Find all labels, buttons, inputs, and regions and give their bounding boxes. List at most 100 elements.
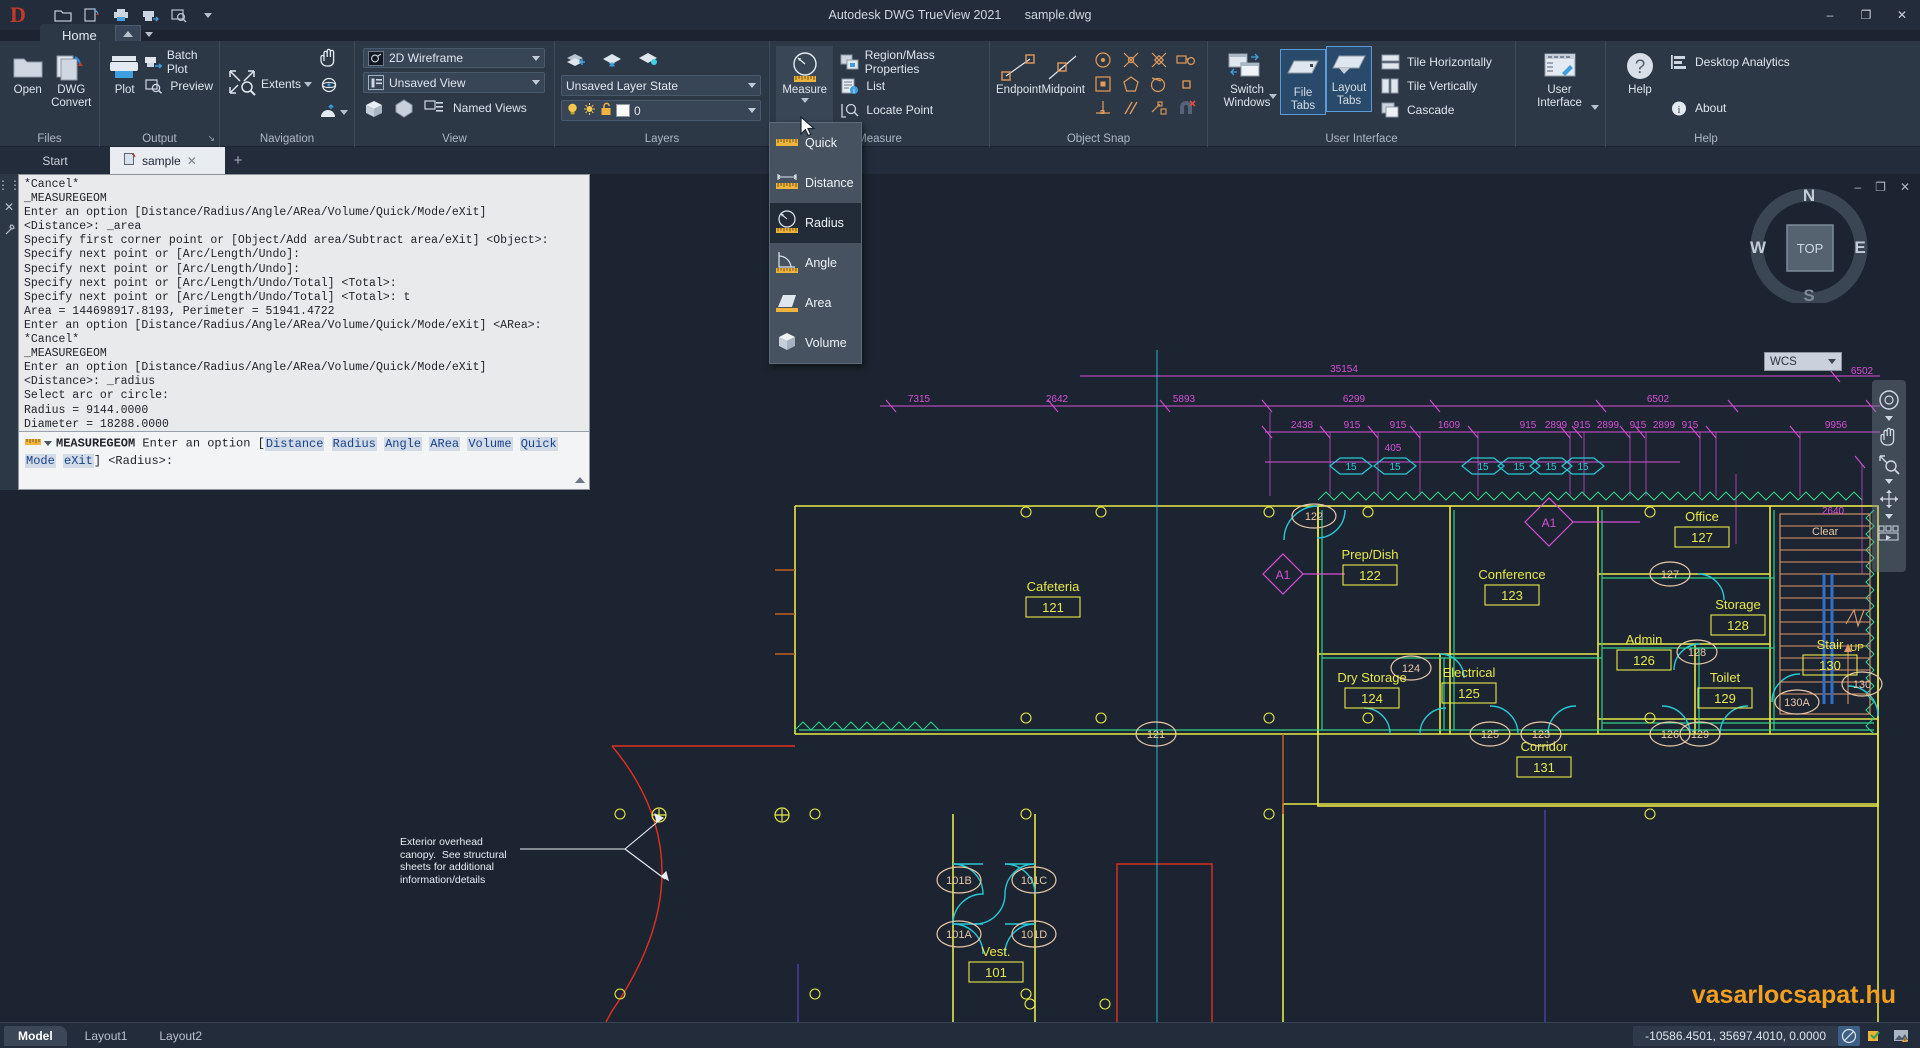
command-input-line[interactable]: MEASUREGEOM Enter an option [Distance Ra…	[19, 431, 589, 489]
measure-menu-item-radius[interactable]: Radius	[770, 203, 861, 243]
preview-button[interactable]: Preview	[143, 74, 213, 98]
qat-customize-icon[interactable]	[195, 3, 221, 27]
batch-plot-button[interactable]: Batch Plot	[143, 48, 213, 76]
command-keyword-volume[interactable]: Volume	[467, 436, 513, 451]
file-tabs-toggle[interactable]: File Tabs	[1280, 49, 1326, 115]
layer-on-off-icon[interactable]	[637, 48, 659, 70]
new-file-tab-button[interactable]: +	[225, 152, 251, 169]
layer-color-swatch[interactable]	[616, 104, 630, 117]
list-button[interactable]: i List	[839, 74, 983, 98]
apparent-intersection-icon[interactable]	[1173, 72, 1201, 96]
command-scroll-up-icon[interactable]	[575, 477, 585, 483]
endpoint-snap-button[interactable]: Endpoint	[996, 46, 1041, 97]
command-keyword-quick[interactable]: Quick	[519, 436, 558, 451]
drawing-restore-button[interactable]: ❐	[1875, 180, 1886, 194]
batch-plot-icon[interactable]	[137, 3, 163, 27]
tile-horizontally-button[interactable]: Tile Horizontally	[1380, 50, 1492, 74]
command-keyword-area[interactable]: ARea	[429, 436, 461, 451]
maximize-button[interactable]: ❐	[1848, 0, 1884, 30]
about-button[interactable]: i About	[1668, 96, 1790, 120]
layer-state-dropdown[interactable]: Unsaved Layer State	[561, 75, 761, 96]
ucs-selector[interactable]: WCS	[1764, 352, 1842, 371]
steering-wheel-icon[interactable]	[318, 103, 349, 121]
cascade-button[interactable]: Cascade	[1380, 98, 1492, 122]
named-views-label[interactable]: Named Views	[453, 101, 527, 115]
viewcube[interactable]: TOP N S W E	[1750, 185, 1868, 303]
navbar-zoom-chevron-icon[interactable]	[1885, 479, 1893, 484]
preview-icon[interactable]	[166, 3, 192, 27]
current-layer-dropdown[interactable]: 0	[561, 100, 761, 121]
command-keyword-radius[interactable]: Radius	[331, 436, 377, 451]
measure-menu-item-volume[interactable]: Volume	[770, 323, 861, 363]
layer-properties-icon[interactable]	[565, 48, 587, 70]
tangent-snap-icon[interactable]	[1145, 72, 1173, 96]
quadrant-snap-icon[interactable]	[1145, 48, 1173, 72]
user-interface-button[interactable]: User Interface	[1522, 46, 1597, 110]
region-mass-properties-button[interactable]: Region/Mass Properties	[839, 48, 983, 76]
osnap-settings-icon[interactable]	[1173, 48, 1201, 72]
tile-vertically-button[interactable]: Tile Vertically	[1380, 74, 1492, 98]
navbar-zoom-icon[interactable]	[1875, 451, 1903, 477]
navbar-orbit-chevron-icon[interactable]	[1885, 514, 1893, 519]
view-state-dropdown[interactable]: Unsaved View	[363, 72, 545, 93]
help-button[interactable]: ? Help	[1612, 46, 1668, 97]
command-keyword-exit[interactable]: eXit	[63, 453, 94, 468]
command-window[interactable]: *Cancel* _MEASUREGEOM Enter an option [Dis…	[18, 174, 590, 490]
command-window-grip[interactable]: ⋮⋮ ✕	[0, 174, 21, 490]
switch-windows-chevron-down-icon[interactable]	[1269, 94, 1277, 99]
center-snap-icon[interactable]	[1089, 48, 1117, 72]
layout-tab-layout2[interactable]: Layout2	[145, 1026, 216, 1046]
command-keyword-distance[interactable]: Distance	[264, 436, 325, 451]
node-snap-icon[interactable]	[1117, 48, 1145, 72]
measure-chevron-down-icon[interactable]	[800, 98, 809, 103]
file-tab-sample[interactable]: sample ✕	[110, 147, 225, 174]
file-tab-start[interactable]: Start	[0, 147, 110, 174]
ribbon-minimize-chevron-icon[interactable]	[145, 31, 153, 37]
extents-label[interactable]: Extents	[261, 77, 301, 91]
named-views-icon[interactable]	[423, 97, 445, 119]
user-interface-chevron-down-icon[interactable]	[1591, 104, 1599, 110]
command-keyword-mode[interactable]: Mode	[25, 453, 56, 468]
ucs-chevron-down-icon[interactable]	[1828, 359, 1836, 364]
navbar-steering-wheel-icon[interactable]	[1875, 386, 1903, 414]
plot-button[interactable]: Plot	[106, 46, 143, 97]
view-solid-icon[interactable]	[393, 97, 415, 119]
navbar-pan-icon[interactable]	[1875, 423, 1903, 449]
navbar-showmotion-icon[interactable]	[1875, 521, 1903, 545]
measure-menu-item-area[interactable]: Area	[770, 283, 861, 323]
current-layer-chevron-down-icon[interactable]	[748, 108, 756, 113]
parallel-snap-icon[interactable]	[1117, 96, 1145, 120]
desktop-analytics-button[interactable]: Desktop Analytics	[1668, 50, 1790, 74]
orbit-icon[interactable]	[318, 75, 348, 100]
drawing-close-button[interactable]: ✕	[1900, 180, 1910, 194]
view-state-chevron-down-icon[interactable]	[532, 80, 540, 86]
perpendicular-snap-icon[interactable]	[1089, 96, 1117, 120]
output-panel-dialog-launcher[interactable]: ↘	[207, 133, 215, 144]
extents-chevron-down-icon[interactable]	[304, 81, 313, 87]
command-keyword-angle[interactable]: Angle	[384, 436, 423, 451]
open-button[interactable]: Open	[6, 46, 50, 97]
insertion-snap-icon[interactable]	[1089, 72, 1117, 96]
view-box-icon[interactable]	[363, 97, 385, 119]
command-window-drag-dots-icon[interactable]: ⋮⋮	[0, 178, 21, 192]
measure-menu-item-distance[interactable]: Distance	[770, 163, 861, 203]
steering-chevron-down-icon[interactable]	[340, 109, 349, 115]
coordinate-readout[interactable]: -10586.4501, 35697.4010, 0.0000	[1633, 1025, 1838, 1046]
navbar-orbit-icon[interactable]	[1875, 486, 1903, 512]
measure-button[interactable]: Measure	[776, 46, 834, 122]
visual-style-chevron-down-icon[interactable]	[532, 55, 540, 61]
layer-freeze-sun-icon[interactable]	[583, 102, 596, 119]
command-window-close-icon[interactable]: ✕	[4, 200, 14, 214]
layout-tabs-toggle[interactable]: Layout Tabs	[1326, 46, 1372, 112]
annotation-scale-icon[interactable]	[1838, 1025, 1860, 1046]
zoom-extents-icon[interactable]	[226, 67, 258, 102]
isolate-objects-icon[interactable]	[1864, 1026, 1886, 1046]
navbar-wheel-chevron-icon[interactable]	[1885, 416, 1893, 421]
extension-snap-icon[interactable]	[1145, 96, 1173, 120]
layout-tab-model[interactable]: Model	[4, 1025, 67, 1046]
file-tab-close-icon[interactable]: ✕	[187, 154, 197, 168]
layout-tab-layout1[interactable]: Layout1	[71, 1026, 142, 1046]
osnap-off-icon[interactable]	[1173, 96, 1201, 120]
measure-dropdown-menu[interactable]: Quick Distance Radius Angle Area Volume	[769, 122, 862, 364]
layer-lock-icon[interactable]	[600, 102, 612, 119]
